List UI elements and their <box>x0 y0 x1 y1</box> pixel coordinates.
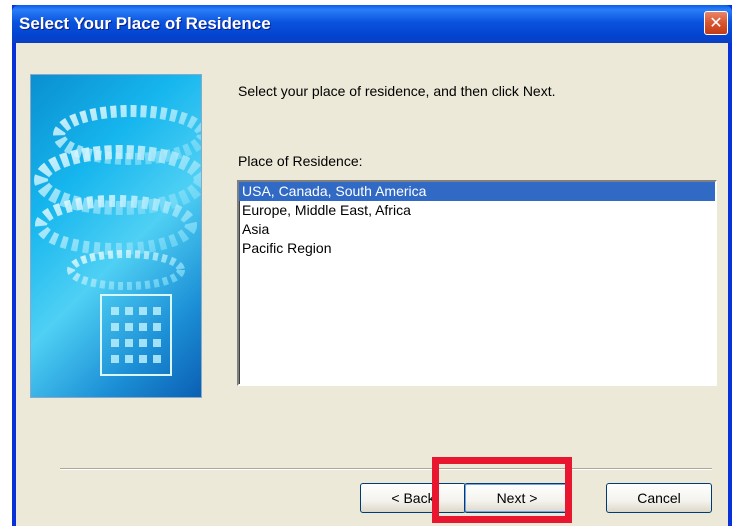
cancel-button[interactable]: Cancel <box>606 483 712 513</box>
residence-listbox[interactable]: USA, Canada, South America Europe, Middl… <box>237 180 717 386</box>
dialog-window: Select Your Place of Residence ✕ Select … <box>12 5 732 526</box>
spiral-graphic-icon <box>34 105 201 376</box>
list-item-europe-middle-east-africa[interactable]: Europe, Middle East, Africa <box>239 201 715 220</box>
list-item-pacific-region[interactable]: Pacific Region <box>239 239 715 258</box>
dialog-body: Select your place of residence, and then… <box>16 43 728 526</box>
list-item-asia[interactable]: Asia <box>239 220 715 239</box>
wizard-banner-image <box>30 74 202 398</box>
close-button[interactable]: ✕ <box>704 11 728 35</box>
window-title: Select Your Place of Residence <box>19 14 271 33</box>
instruction-text: Select your place of residence, and then… <box>238 83 556 99</box>
title-bar[interactable]: Select Your Place of Residence ✕ <box>12 5 732 43</box>
next-button[interactable]: Next > <box>464 483 570 513</box>
button-separator <box>60 468 712 470</box>
list-item-usa-canada-south-america[interactable]: USA, Canada, South America <box>239 182 715 201</box>
residence-list-label: Place of Residence: <box>238 153 363 169</box>
close-icon: ✕ <box>709 13 723 32</box>
back-button[interactable]: < Back <box>360 483 466 513</box>
